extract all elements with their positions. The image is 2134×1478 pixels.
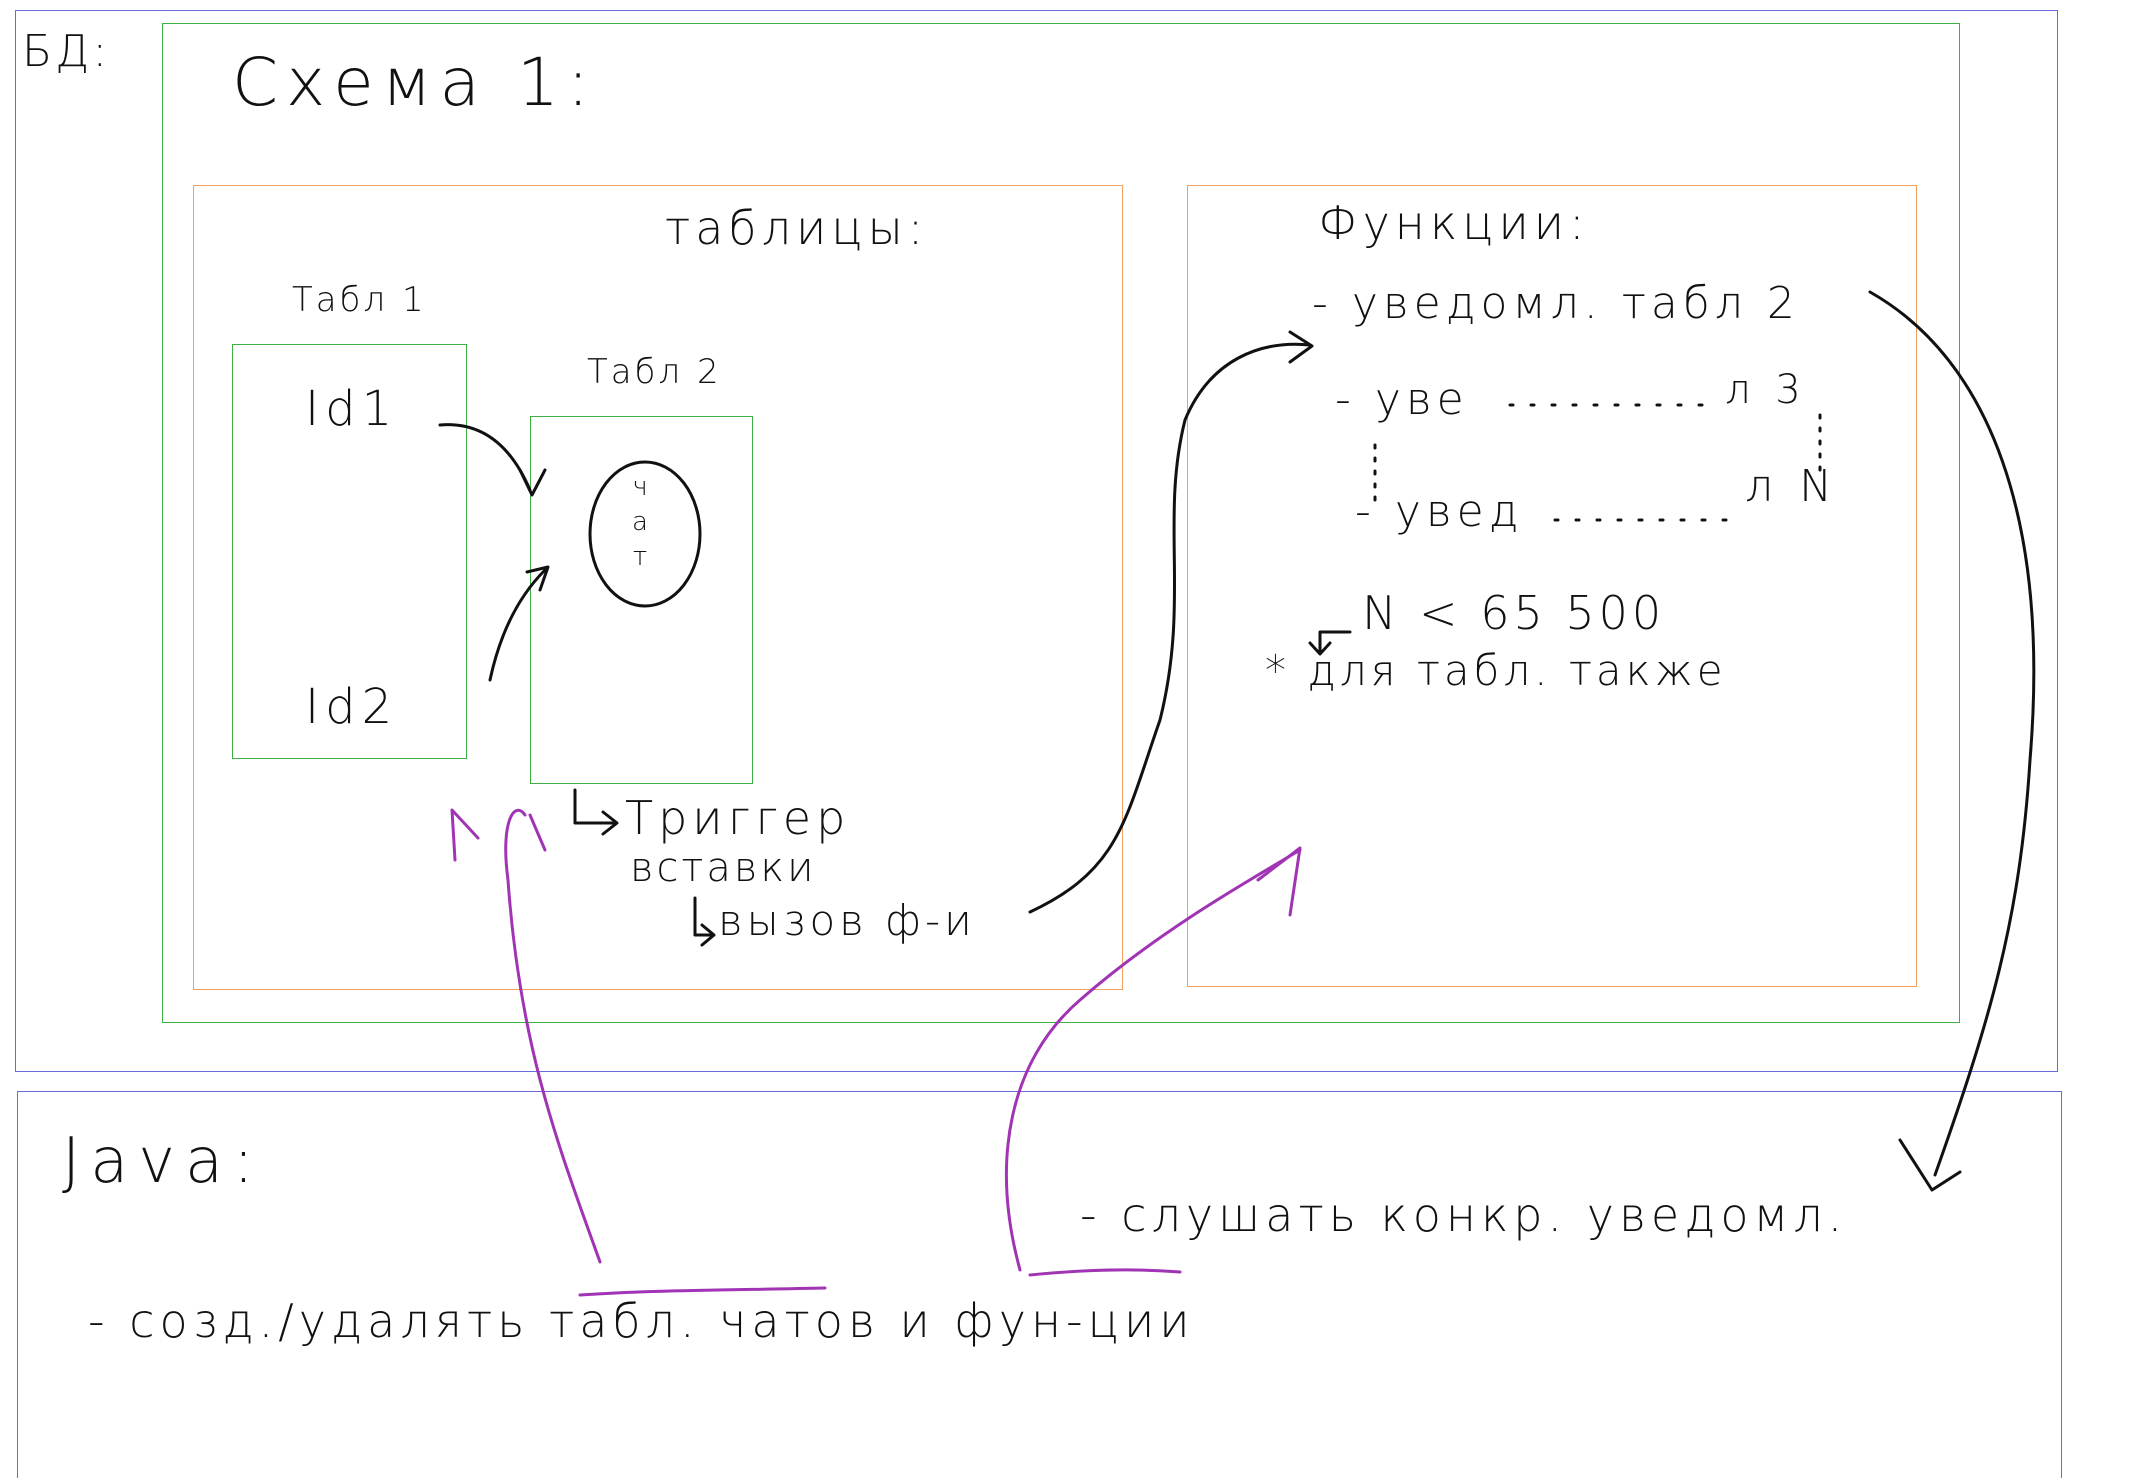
schema-label: Схема 1: [232, 44, 598, 121]
table2-chat: ч а т [632, 472, 648, 573]
function-item-1: - уведомл. табл 2 [1312, 278, 1800, 329]
trigger-insert-label: вставки [630, 845, 817, 891]
function-item-2-end: л 3 [1725, 367, 1807, 413]
db-label: БД: [22, 26, 111, 77]
table1-field-id2: Id2 [305, 679, 399, 735]
function-item-2-start: - уве [1335, 374, 1469, 425]
function-item-3-start: - увед [1355, 486, 1524, 537]
n-limit-label: N < 65 500 [1362, 586, 1666, 640]
functions-section-label: Функции: [1318, 196, 1590, 250]
function-item-3-end: л N [1745, 461, 1839, 512]
tables-section-label: таблицы: [665, 201, 929, 255]
table2-label: Табл 2 [587, 352, 722, 392]
trigger-label: Триггер [625, 791, 851, 845]
java-label: Java: [62, 1124, 264, 1197]
call-function-label: вызов ф-и [718, 896, 976, 945]
java-frame [17, 1091, 2062, 1478]
table1-label: Табл 1 [292, 280, 427, 320]
table1-field-id1: Id1 [305, 381, 399, 437]
java-listen-label: - слушать конкр. уведомл. [1080, 1188, 1848, 1242]
java-create-label: - созд./удалять табл. чатов и фун-ции [88, 1294, 1195, 1348]
functions-note: * для табл. также [1265, 646, 1727, 695]
